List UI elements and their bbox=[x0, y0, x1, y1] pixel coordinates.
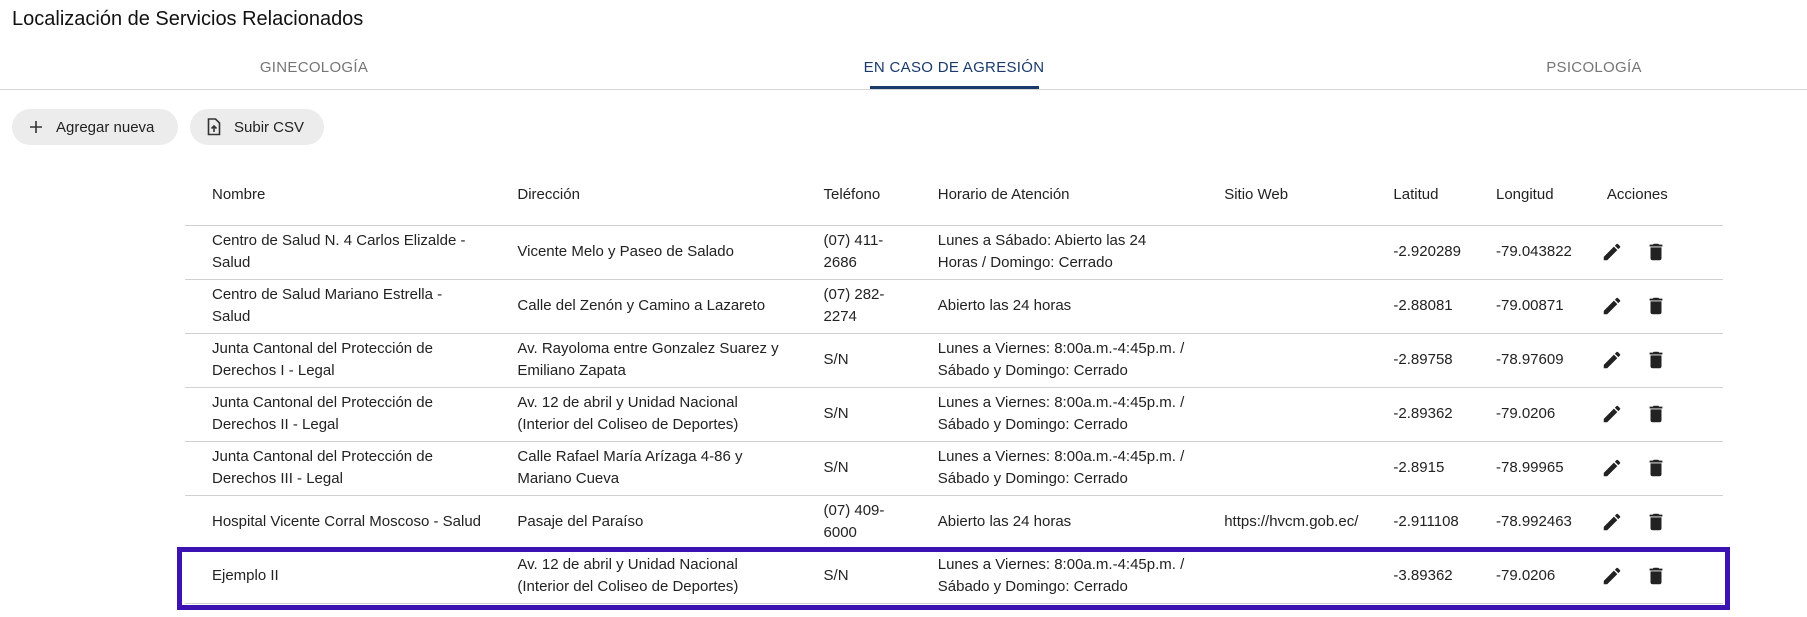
edit-icon[interactable] bbox=[1594, 450, 1630, 486]
column-header-acciones: Acciones bbox=[1579, 164, 1723, 226]
cell-sitio-web[interactable] bbox=[1197, 387, 1367, 442]
column-header-direccion[interactable]: Dirección bbox=[490, 164, 797, 226]
table-row[interactable]: Hospital Vicente Corral Moscoso - Salud P… bbox=[185, 495, 1723, 550]
cell-acciones bbox=[1579, 441, 1723, 496]
edit-icon[interactable] bbox=[1594, 288, 1630, 324]
cell-acciones bbox=[1579, 225, 1723, 280]
delete-icon[interactable] bbox=[1638, 342, 1674, 378]
cell-longitud: -79.0206 bbox=[1468, 549, 1580, 604]
cell-horario: Lunes a Viernes: 8:00a.m.-4:45p.m. / Sáb… bbox=[910, 333, 1198, 388]
cell-telefono: S/N bbox=[796, 333, 911, 388]
cell-acciones bbox=[1579, 279, 1723, 334]
cell-nombre: Hospital Vicente Corral Moscoso - Salud bbox=[185, 495, 491, 550]
column-header-telefono[interactable]: Teléfono bbox=[796, 164, 911, 226]
cell-latitud: -2.89362 bbox=[1366, 387, 1469, 442]
cell-acciones bbox=[1579, 333, 1723, 388]
upload-csv-label: Subir CSV bbox=[234, 118, 305, 136]
upload-csv-button[interactable]: Subir CSV bbox=[190, 109, 324, 145]
cell-direccion: Av. 12 de abril y Unidad Nacional (Inter… bbox=[490, 387, 797, 442]
cell-direccion: Av. Rayoloma entre Gonzalez Suarez y Emi… bbox=[490, 333, 797, 388]
plus-icon bbox=[26, 117, 46, 137]
edit-icon[interactable] bbox=[1594, 558, 1630, 594]
column-header-sitio-web[interactable]: Sitio Web bbox=[1197, 164, 1367, 226]
file-upload-icon bbox=[204, 117, 224, 137]
cell-direccion: Calle Rafael María Arízaga 4-86 y Marian… bbox=[490, 441, 797, 496]
cell-telefono: (07) 411-2686 bbox=[796, 225, 911, 280]
delete-icon[interactable] bbox=[1638, 504, 1674, 540]
table-row[interactable]: Ejemplo II Av. 12 de abril y Unidad Nacio… bbox=[185, 549, 1723, 604]
tab-bar: GINECOLOGÍA EN CASO DE AGRESIÓN PSICOLOG… bbox=[0, 44, 1807, 90]
cell-direccion: Av. 12 de abril y Unidad Nacional (Inter… bbox=[490, 549, 797, 604]
page-title: Localización de Servicios Relacionados bbox=[12, 8, 364, 30]
column-header-nombre[interactable]: Nombre bbox=[185, 164, 491, 226]
cell-latitud: -2.920289 bbox=[1366, 225, 1469, 280]
cell-direccion: Vicente Melo y Paseo de Salado bbox=[490, 225, 797, 280]
cell-longitud: -79.0206 bbox=[1468, 387, 1580, 442]
cell-sitio-web[interactable] bbox=[1197, 279, 1367, 334]
cell-nombre: Junta Cantonal del Protección de Derecho… bbox=[185, 441, 491, 496]
cell-telefono: S/N bbox=[796, 549, 911, 604]
table-row[interactable]: Centro de Salud N. 4 Carlos Elizalde - S… bbox=[185, 225, 1723, 280]
edit-icon[interactable] bbox=[1594, 504, 1630, 540]
cell-nombre: Centro de Salud Mariano Estrella - Salud bbox=[185, 279, 491, 334]
cell-telefono: (07) 409-6000 bbox=[796, 495, 911, 550]
cell-sitio-web[interactable] bbox=[1197, 549, 1367, 604]
cell-horario: Abierto las 24 horas bbox=[910, 279, 1198, 334]
table-row[interactable]: Centro de Salud Mariano Estrella - Salud… bbox=[185, 279, 1723, 334]
cell-acciones bbox=[1579, 387, 1723, 442]
cell-sitio-web[interactable] bbox=[1197, 441, 1367, 496]
cell-telefono: S/N bbox=[796, 387, 911, 442]
cell-nombre: Junta Cantonal del Protección de Derecho… bbox=[185, 387, 491, 442]
table-header-row: Nombre Dirección Teléfono Horario de Ate… bbox=[185, 164, 1723, 226]
table-row[interactable]: Junta Cantonal del Protección de Derecho… bbox=[185, 441, 1723, 496]
cell-direccion: Pasaje del Paraíso bbox=[490, 495, 797, 550]
delete-icon[interactable] bbox=[1638, 450, 1674, 486]
delete-icon[interactable] bbox=[1638, 396, 1674, 432]
delete-icon[interactable] bbox=[1638, 288, 1674, 324]
services-table: Nombre Dirección Teléfono Horario de Ate… bbox=[185, 164, 1723, 604]
cell-telefono: (07) 282-2274 bbox=[796, 279, 911, 334]
cell-latitud: -3.89362 bbox=[1366, 549, 1469, 604]
cell-acciones bbox=[1579, 495, 1723, 550]
cell-nombre: Ejemplo II bbox=[185, 549, 491, 604]
add-new-button[interactable]: Agregar nueva bbox=[12, 109, 178, 145]
tab-ginecologia[interactable]: GINECOLOGÍA bbox=[164, 44, 464, 90]
column-header-longitud[interactable]: Longitud bbox=[1468, 164, 1580, 226]
cell-longitud: -78.97609 bbox=[1468, 333, 1580, 388]
cell-sitio-web[interactable] bbox=[1197, 225, 1367, 280]
active-tab-indicator bbox=[870, 86, 1039, 89]
table-row[interactable]: Junta Cantonal del Protección de Derecho… bbox=[185, 387, 1723, 442]
cell-latitud: -2.911108 bbox=[1366, 495, 1469, 550]
tab-en-caso-de-agresion[interactable]: EN CASO DE AGRESIÓN bbox=[804, 44, 1104, 90]
delete-icon[interactable] bbox=[1638, 234, 1674, 270]
cell-sitio-web[interactable] bbox=[1197, 333, 1367, 388]
cell-direccion: Calle del Zenón y Camino a Lazareto bbox=[490, 279, 797, 334]
table-row[interactable]: Junta Cantonal del Protección de Derecho… bbox=[185, 333, 1723, 388]
column-header-latitud[interactable]: Latitud bbox=[1366, 164, 1469, 226]
edit-icon[interactable] bbox=[1594, 234, 1630, 270]
cell-horario: Abierto las 24 horas bbox=[910, 495, 1198, 550]
column-header-horario[interactable]: Horario de Atención bbox=[910, 164, 1198, 226]
cell-latitud: -2.89758 bbox=[1366, 333, 1469, 388]
cell-horario: Lunes a Viernes: 8:00a.m.-4:45p.m. / Sáb… bbox=[910, 387, 1198, 442]
cell-nombre: Junta Cantonal del Protección de Derecho… bbox=[185, 333, 491, 388]
cell-horario: Lunes a Sábado: Abierto las 24 Horas / D… bbox=[910, 225, 1198, 280]
cell-horario: Lunes a Viernes: 8:00a.m.-4:45p.m. / Sáb… bbox=[910, 549, 1198, 604]
add-new-label: Agregar nueva bbox=[56, 118, 155, 136]
cell-latitud: -2.8915 bbox=[1366, 441, 1469, 496]
edit-icon[interactable] bbox=[1594, 396, 1630, 432]
cell-horario: Lunes a Viernes: 8:00a.m.-4:45p.m. / Sáb… bbox=[910, 441, 1198, 496]
cell-longitud: -79.043822 bbox=[1468, 225, 1580, 280]
cell-latitud: -2.88081 bbox=[1366, 279, 1469, 334]
tab-psicologia[interactable]: PSICOLOGÍA bbox=[1444, 44, 1744, 90]
cell-nombre: Centro de Salud N. 4 Carlos Elizalde - S… bbox=[185, 225, 491, 280]
edit-icon[interactable] bbox=[1594, 342, 1630, 378]
cell-longitud: -78.99965 bbox=[1468, 441, 1580, 496]
delete-icon[interactable] bbox=[1638, 558, 1674, 594]
cell-telefono: S/N bbox=[796, 441, 911, 496]
cell-longitud: -79.00871 bbox=[1468, 279, 1580, 334]
cell-longitud: -78.992463 bbox=[1468, 495, 1580, 550]
cell-acciones bbox=[1579, 549, 1723, 604]
cell-sitio-web[interactable]: https://hvcm.gob.ec/ bbox=[1197, 495, 1367, 550]
